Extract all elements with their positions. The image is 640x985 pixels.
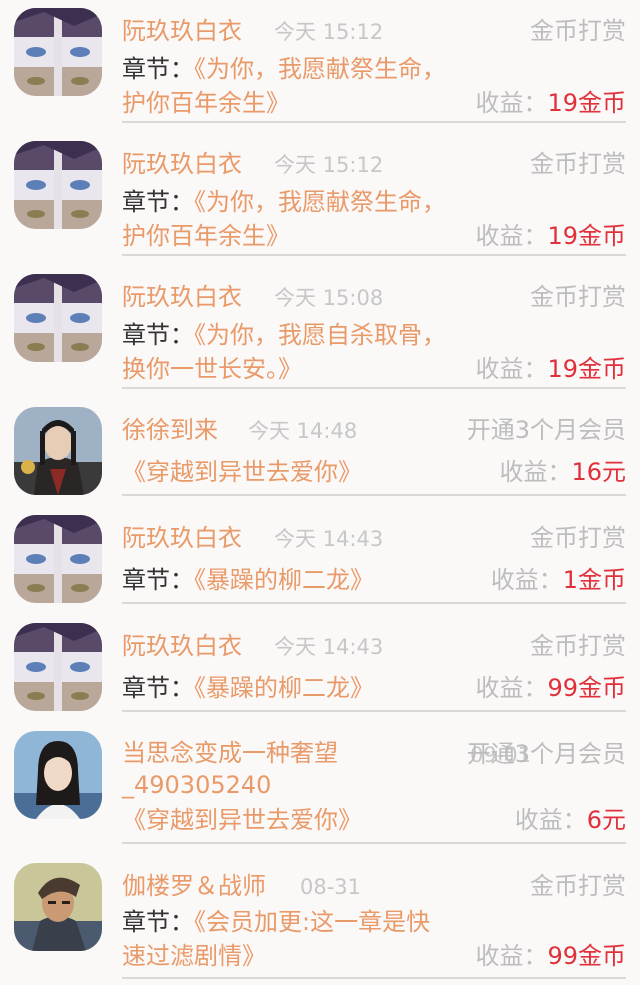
chapter-label: 章节： (122, 908, 194, 936)
chapter-info[interactable]: 章节：《为你，我愿献祭生命，护你百年余生》 (122, 185, 452, 253)
income-value: 19金币 (547, 222, 626, 250)
chapter-info[interactable]: 章节：《会员加更:这一章是快速过滤剧情》 (122, 905, 452, 973)
user-name: 阮玖玖白衣 (122, 283, 242, 311)
transaction-type: 开通3个月会员 (466, 416, 626, 444)
user-name: 伽楼罗＆战师 (122, 872, 266, 900)
chapter-info[interactable]: 章节：《暴躁的柳二龙》 (122, 671, 452, 705)
transaction-type: 金币打赏 (530, 17, 626, 45)
income-label: 收益： (514, 806, 587, 834)
income: 收益：99金币 (475, 939, 626, 973)
income-value: 19金币 (547, 89, 626, 117)
timestamp: 今天 15:12 (274, 20, 384, 44)
income-label: 收益： (475, 89, 548, 117)
income: 收益：19金币 (475, 219, 626, 253)
list-item[interactable]: 徐徐到来 今天 14:48 开通3个月会员 《穿越到异世去爱你》 收益：16元 (0, 399, 640, 499)
timestamp: 今天 14:43 (274, 635, 384, 659)
chapter-title: 《暴躁的柳二龙》 (194, 674, 374, 702)
divider (122, 842, 626, 844)
user-name: 徐徐到来 (122, 416, 218, 444)
income-label: 收益： (490, 566, 563, 594)
chapter-label: 章节： (122, 188, 194, 216)
timestamp: 今天 14:48 (248, 419, 358, 443)
user-name: 阮玖玖白衣 (122, 524, 242, 552)
income-label: 收益： (475, 355, 548, 383)
income-value: 1金币 (562, 566, 626, 594)
chapter-title: 《穿越到异世去爱你》 (122, 458, 362, 486)
list-item[interactable]: 伽楼罗＆战师 08-31 金币打赏 章节：《会员加更:这一章是快速过滤剧情》 收… (0, 855, 640, 985)
divider (122, 494, 626, 496)
avatar[interactable] (14, 8, 102, 96)
income-label: 收益： (475, 942, 548, 970)
transaction-type: 金币打赏 (530, 283, 626, 311)
chapter-label: 章节： (122, 321, 194, 349)
transaction-type: 金币打赏 (530, 872, 626, 900)
transaction-type: 开通3个月会员 (466, 740, 626, 768)
chapter-title: 《穿越到异世去爱你》 (122, 806, 362, 834)
divider (122, 602, 626, 604)
income-value: 99金币 (547, 674, 626, 702)
income-value: 16元 (571, 458, 626, 486)
income-label: 收益： (475, 674, 548, 702)
user-name: 阮玖玖白衣 (122, 17, 242, 45)
income: 收益：99金币 (475, 671, 626, 705)
divider (122, 254, 626, 256)
avatar[interactable] (14, 515, 102, 603)
avatar[interactable] (14, 141, 102, 229)
avatar[interactable] (14, 623, 102, 711)
user-name: 阮玖玖白衣 (122, 632, 242, 660)
timestamp: 08-31 (300, 875, 362, 899)
avatar[interactable] (14, 274, 102, 362)
reward-record-list: 阮玖玖白衣 今天 15:12 金币打赏 章节：《为你，我愿献祭生命，护你百年余生… (0, 0, 640, 985)
income: 收益：19金币 (475, 352, 626, 386)
chapter-label: 章节： (122, 566, 194, 594)
list-item[interactable]: 当思念变成一种奢望_490305240 09-01 开通3个月会员 《穿越到异世… (0, 723, 640, 847)
divider (122, 387, 626, 389)
list-item[interactable]: 阮玖玖白衣 今天 14:43 金币打赏 章节：《暴躁的柳二龙》 收益：1金币 (0, 507, 640, 607)
list-item[interactable]: 阮玖玖白衣 今天 15:08 金币打赏 章节：《为你，我愿自杀取骨，换你一世长安… (0, 266, 640, 390)
avatar[interactable] (14, 731, 102, 819)
timestamp: 今天 15:08 (274, 286, 384, 310)
chapter-label: 章节： (122, 674, 194, 702)
list-item[interactable]: 阮玖玖白衣 今天 15:12 金币打赏 章节：《为你，我愿献祭生命，护你百年余生… (0, 133, 640, 257)
income-value: 19金币 (547, 355, 626, 383)
user-name: 当思念变成一种奢望_490305240 (122, 739, 338, 799)
avatar[interactable] (14, 863, 102, 951)
list-item[interactable]: 阮玖玖白衣 今天 14:43 金币打赏 章节：《暴躁的柳二龙》 收益：99金币 (0, 615, 640, 715)
divider (122, 710, 626, 712)
income-label: 收益： (475, 222, 548, 250)
chapter-info[interactable]: 章节：《为你，我愿自杀取骨，换你一世长安。》 (122, 318, 452, 386)
income: 收益：1金币 (491, 563, 626, 597)
chapter-title: 《暴躁的柳二龙》 (194, 566, 374, 594)
income-value: 99金币 (547, 942, 626, 970)
chapter-info[interactable]: 章节：《为你，我愿献祭生命，护你百年余生》 (122, 52, 452, 120)
timestamp: 今天 14:43 (274, 527, 384, 551)
transaction-type: 金币打赏 (530, 524, 626, 552)
timestamp: 今天 15:12 (274, 153, 384, 177)
chapter-info[interactable]: 《穿越到异世去爱你》 (122, 455, 452, 489)
avatar[interactable] (14, 407, 102, 495)
divider (122, 121, 626, 123)
income-value: 6元 (586, 806, 626, 834)
chapter-info[interactable]: 《穿越到异世去爱你》 (122, 803, 452, 837)
transaction-type: 金币打赏 (530, 150, 626, 178)
chapter-info[interactable]: 章节：《暴躁的柳二龙》 (122, 563, 452, 597)
user-name: 阮玖玖白衣 (122, 150, 242, 178)
income: 收益：6元 (515, 803, 626, 837)
income: 收益：19金币 (475, 86, 626, 120)
chapter-label: 章节： (122, 55, 194, 83)
divider (122, 977, 626, 979)
transaction-type: 金币打赏 (530, 632, 626, 660)
income-label: 收益： (499, 458, 572, 486)
income: 收益：16元 (499, 455, 626, 489)
list-item[interactable]: 阮玖玖白衣 今天 15:12 金币打赏 章节：《为你，我愿献祭生命，护你百年余生… (0, 0, 640, 124)
